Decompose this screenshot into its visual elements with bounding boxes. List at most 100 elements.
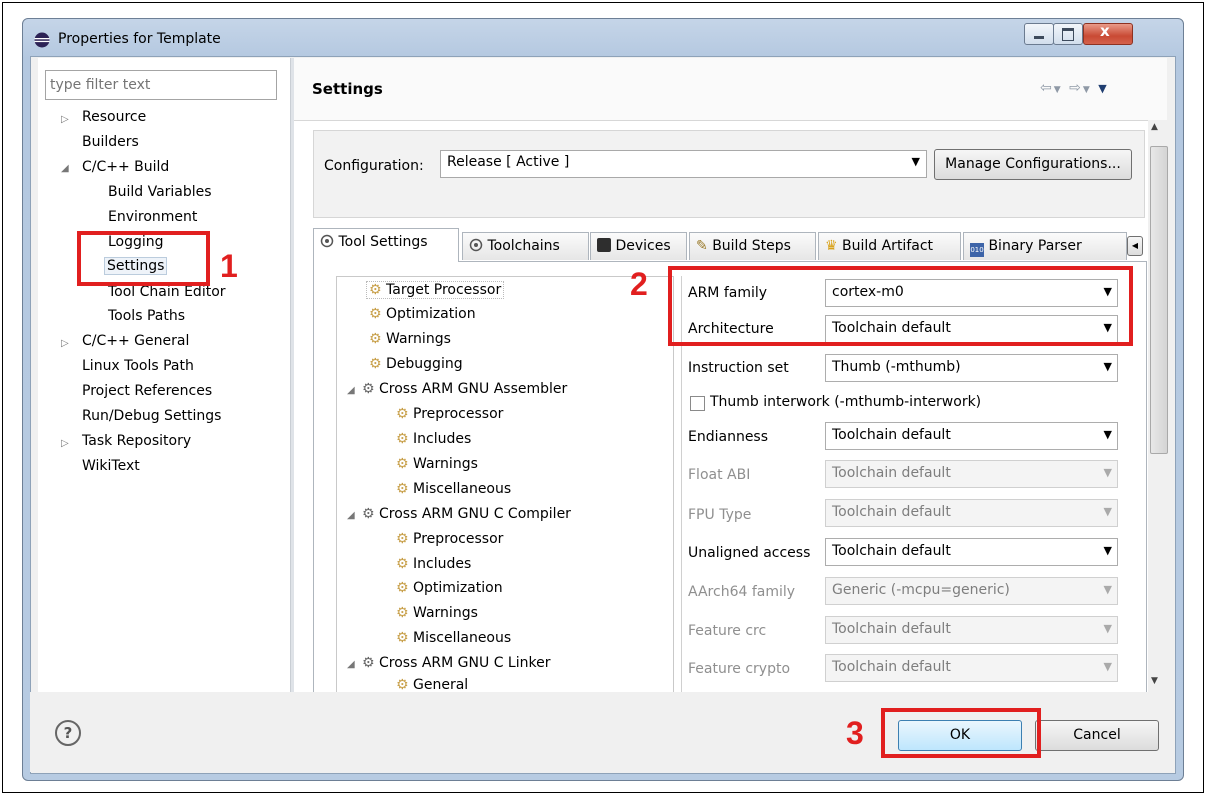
tree-item-tool-chain-editor[interactable]: Tool Chain Editor (108, 284, 226, 300)
chevron-down-icon[interactable]: ▼ (1054, 85, 1063, 95)
dropdown-arrow-icon: ▼ (1103, 360, 1112, 373)
chevron-down-icon[interactable]: ▼ (1083, 85, 1092, 95)
scrollbar-thumb[interactable] (1150, 146, 1168, 454)
tree-item-cc-miscellaneous[interactable]: ⚙ Miscellaneous (396, 630, 511, 646)
filter-input[interactable] (45, 70, 277, 100)
build-steps-icon: ✎ (696, 238, 708, 254)
maximize-button[interactable] (1053, 23, 1083, 45)
tree-label: Debugging (386, 356, 463, 372)
tree-item-linker-general[interactable]: ⚙ General (396, 677, 468, 691)
back-arrow-icon[interactable]: ⇦ (1040, 80, 1054, 96)
tree-item-project-references[interactable]: Project References (82, 383, 212, 399)
collapse-icon[interactable]: ◢ (347, 510, 355, 521)
instruction-set-select[interactable]: Thumb (-mthumb) ▼ (825, 354, 1118, 382)
tree-item-asm-includes[interactable]: ⚙ Includes (396, 431, 471, 447)
endianness-label: Endianness (688, 429, 769, 445)
tab-toolchains[interactable]: Toolchains (462, 232, 589, 260)
tab-label: Build Artifact (842, 238, 934, 254)
tree-item-cc-optimization[interactable]: ⚙ Optimization (396, 580, 503, 596)
feature-crypto-select: Toolchain default ▼ (825, 654, 1118, 682)
tab-build-steps[interactable]: ✎ Build Steps (689, 232, 816, 260)
endianness-value: Toolchain default (832, 427, 951, 443)
tree-item-cpp-build[interactable]: C/C++ Build (82, 159, 169, 175)
expand-icon[interactable]: ▷ (61, 338, 69, 349)
collapse-icon[interactable]: ◢ (347, 659, 355, 670)
tree-label: Miscellaneous (413, 630, 512, 646)
tree-item-asm-miscellaneous[interactable]: ⚙ Miscellaneous (396, 481, 511, 497)
tab-label: Tool Settings (338, 234, 428, 250)
tab-tool-settings[interactable]: Tool Settings (313, 228, 459, 262)
tree-item-cc-warnings[interactable]: ⚙ Warnings (396, 605, 478, 621)
tree-item-run-debug-settings[interactable]: Run/Debug Settings (82, 408, 221, 424)
tree-item-builders[interactable]: Builders (82, 134, 139, 150)
tree-item-cc-includes[interactable]: ⚙ Includes (396, 556, 471, 572)
tree-item-wikitext[interactable]: WikiText (82, 458, 140, 474)
settings-icon: ⚙ (396, 556, 409, 572)
tree-item-build-variables[interactable]: Build Variables (108, 184, 212, 200)
endianness-select[interactable]: Toolchain default ▼ (825, 422, 1118, 450)
eclipse-icon (34, 32, 50, 48)
dropdown-arrow-icon: ▼ (1103, 466, 1112, 479)
settings-icon: ⚙ (369, 356, 382, 372)
forward-arrow-icon[interactable]: ⇨ (1069, 80, 1083, 96)
tree-item-optimization[interactable]: ⚙ Optimization (369, 306, 476, 322)
tree-label: Cross ARM GNU C Linker (379, 655, 551, 671)
tree-item-task-repository[interactable]: Task Repository (82, 433, 191, 449)
tree-item-target-processor[interactable]: ⚙ Target Processor (366, 281, 505, 299)
cancel-button[interactable]: Cancel (1035, 720, 1159, 751)
settings-icon: ⚙ (369, 331, 382, 347)
fpu-type-select: Toolchain default ▼ (825, 499, 1118, 527)
highlight-box-ok (881, 708, 1041, 758)
scroll-up-icon[interactable]: ▲ (1151, 122, 1158, 132)
settings-icon: ⚙ (396, 406, 409, 422)
tree-item-cc-preprocessor[interactable]: ⚙ Preprocessor (396, 531, 503, 547)
tree-item-asm-warnings[interactable]: ⚙ Warnings (396, 456, 478, 472)
annotation-number-3: 3 (846, 715, 864, 751)
history-navigation[interactable]: ⇦▼ ⇨▼ ▼ (1040, 80, 1109, 96)
thumb-interwork-checkbox[interactable] (690, 396, 705, 411)
tree-item-assembler[interactable]: ⚙ Cross ARM GNU Assembler (362, 381, 567, 397)
tab-label: Binary Parser (988, 238, 1082, 254)
tree-item-linux-tools-path[interactable]: Linux Tools Path (82, 358, 194, 374)
tree-item-tools-paths[interactable]: Tools Paths (108, 308, 185, 324)
chip-icon (597, 238, 611, 252)
scroll-down-icon[interactable]: ▼ (1151, 676, 1158, 686)
settings-icon: ⚙ (396, 605, 409, 621)
tree-item-c-linker[interactable]: ⚙ Cross ARM GNU C Linker (362, 655, 550, 671)
float-abi-label: Float ABI (688, 467, 751, 483)
collapse-icon[interactable]: ◢ (61, 163, 69, 174)
configuration-value: Release [ Active ] (447, 154, 570, 170)
manage-configurations-button[interactable]: Manage Configurations... (934, 149, 1132, 180)
tree-item-cpp-general[interactable]: C/C++ General (82, 333, 189, 349)
tree-label: Warnings (386, 331, 451, 347)
settings-icon: ⚙ (396, 456, 409, 472)
tab-build-artifact[interactable]: ♛ Build Artifact (818, 232, 961, 260)
settings-header (294, 58, 1167, 121)
close-button[interactable]: x (1083, 22, 1133, 45)
highlight-box-target-processor (668, 266, 1133, 346)
tree-item-debugging[interactable]: ⚙ Debugging (369, 356, 463, 372)
minimize-button[interactable] (1024, 23, 1054, 45)
tab-devices[interactable]: Devices (590, 232, 687, 260)
maximize-icon (1062, 28, 1074, 41)
dropdown-arrow-icon: ▼ (1103, 660, 1112, 673)
tree-item-warnings[interactable]: ⚙ Warnings (369, 331, 451, 347)
unaligned-access-select[interactable]: Toolchain default ▼ (825, 538, 1118, 566)
tree-label: Includes (413, 556, 472, 572)
tree-item-resource[interactable]: Resource (82, 109, 146, 125)
expand-icon[interactable]: ▷ (61, 438, 69, 449)
tab-scroll-left-button[interactable]: ◀ (1127, 236, 1143, 256)
expand-icon[interactable]: ▷ (61, 114, 69, 125)
tab-binary-parser[interactable]: 010 Binary Parser (963, 232, 1127, 260)
thumb-interwork-label: Thumb interwork (-mthumb-interwork) (710, 394, 982, 410)
float-abi-select: Toolchain default ▼ (825, 460, 1118, 488)
dropdown-arrow-icon: ▼ (1103, 544, 1112, 557)
tree-item-environment[interactable]: Environment (108, 209, 197, 225)
collapse-icon[interactable]: ◢ (347, 385, 355, 396)
window-title: Properties for Template (58, 31, 221, 47)
tree-item-c-compiler[interactable]: ⚙ Cross ARM GNU C Compiler (362, 506, 571, 522)
configuration-select[interactable]: Release [ Active ] ▼ (440, 150, 927, 178)
view-menu-icon[interactable]: ▼ (1098, 82, 1108, 95)
help-icon[interactable]: ? (55, 720, 81, 746)
tree-item-asm-preprocessor[interactable]: ⚙ Preprocessor (396, 406, 503, 422)
